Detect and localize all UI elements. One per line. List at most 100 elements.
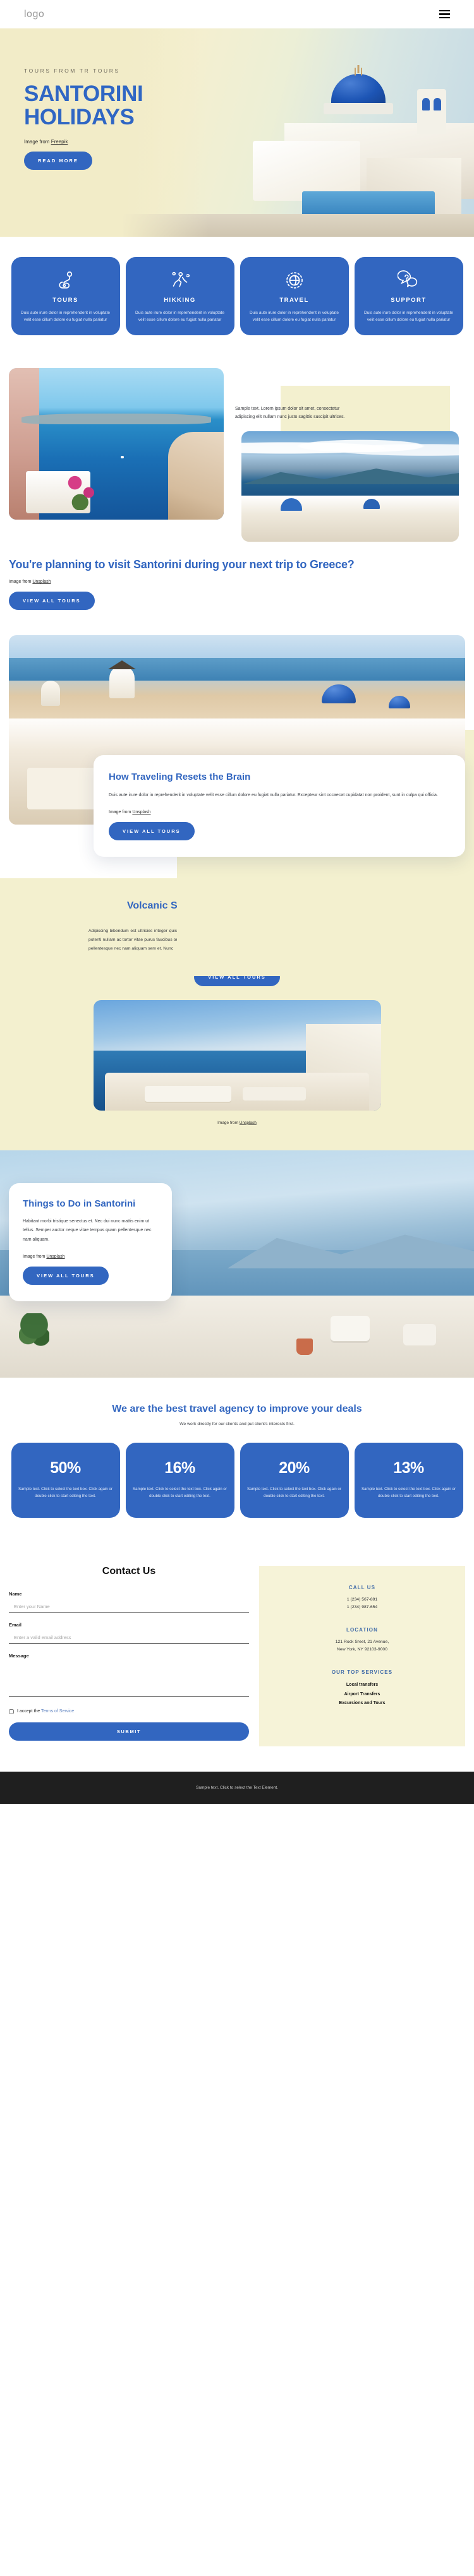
feature-text: Duis aute irure dolor in reprehenderit i… xyxy=(135,311,224,323)
stat-value: 16% xyxy=(164,1459,195,1477)
feature-title: SUPPORT xyxy=(391,297,427,304)
call-us-title: CALL US xyxy=(348,1584,376,1590)
volcanic-credit-link[interactable]: Unsplash xyxy=(240,1121,257,1125)
hero-title-line-1: SANTORINI xyxy=(24,81,143,106)
stat-card: 20% Sample text. Click to select the tex… xyxy=(240,1443,349,1518)
stat-card: 13% Sample text. Click to select the tex… xyxy=(354,1443,463,1518)
stat-text: Sample text. Click to select the text bo… xyxy=(362,1487,456,1499)
field-email: Email xyxy=(9,1622,249,1644)
things-heading: Things to Do in Santorini xyxy=(23,1198,136,1209)
brain-body: Duis aute irure dolor in reprehenderit i… xyxy=(109,792,438,797)
stat-value: 20% xyxy=(279,1459,310,1477)
footer-text: Sample text. Click to select the Text El… xyxy=(196,1785,278,1790)
service-item[interactable]: Local transfers xyxy=(269,1681,455,1690)
planning-credit-prefix: Image from xyxy=(9,580,33,585)
address-line-2: New York, NY 92103-9000 xyxy=(337,1647,387,1652)
planning-image-credit: Image from Unsplash xyxy=(9,580,465,584)
brain-view-all-tours-button[interactable]: VIEW ALL TOURS xyxy=(109,822,195,841)
hero-credit-link[interactable]: Freepik xyxy=(51,139,68,145)
volcanic-image-credit: Image from Unsplash xyxy=(9,1121,465,1125)
planning-note: Sample text. Lorem ipsum dolor sit amet,… xyxy=(235,406,345,420)
address-line-1: 121 Rock Sreet, 21 Avenue, xyxy=(335,1639,389,1644)
hero-eyebrow: TOURS FROM TR TOURS xyxy=(24,68,120,74)
planning-view-all-tours-button[interactable]: VIEW ALL TOURS xyxy=(9,592,95,611)
page-root: logo TOURS FROM TR TOURS SANTORINI HOLID… xyxy=(0,0,474,1804)
stats-row: 50% Sample text. Click to select the tex… xyxy=(9,1443,465,1518)
services-block: OUR TOP SERVICES Local transfers Airport… xyxy=(269,1669,455,1708)
terms-prefix: I accept the xyxy=(17,1709,42,1714)
hero-credit-prefix: Image from xyxy=(24,139,51,145)
field-message: Message xyxy=(9,1653,249,1700)
stat-text: Sample text. Click to select the text bo… xyxy=(247,1487,341,1499)
feature-card-hikking[interactable]: HIKKING Duis aute irure dolor in reprehe… xyxy=(125,257,234,335)
brain-image-credit: Image from Unsplash xyxy=(109,810,450,814)
name-input[interactable] xyxy=(9,1601,249,1613)
globe-icon xyxy=(246,268,343,293)
stat-text: Sample text. Click to select the text bo… xyxy=(133,1487,227,1499)
email-input[interactable] xyxy=(9,1631,249,1644)
hamburger-menu-icon[interactable] xyxy=(439,9,450,19)
terms-checkbox[interactable] xyxy=(9,1708,14,1714)
feature-text: Duis aute irure dolor in reprehenderit i… xyxy=(21,311,110,323)
footer: Sample text. Click to select the Text El… xyxy=(0,1771,474,1804)
stat-value: 13% xyxy=(393,1459,424,1477)
service-item[interactable]: Excursions and Tours xyxy=(269,1699,455,1708)
things-credit-link[interactable]: Unsplash xyxy=(46,1255,64,1259)
stats-subheading: We work directly for our clients and put… xyxy=(179,1422,295,1427)
stats-heading: We are the best travel agency to improve… xyxy=(112,1403,362,1414)
submit-button[interactable]: SUBMIT xyxy=(9,1722,249,1741)
stat-card: 16% Sample text. Click to select the tex… xyxy=(125,1443,234,1518)
service-item[interactable]: Airport Transfers xyxy=(269,1690,455,1700)
things-view-all-tours-button[interactable]: VIEW ALL TOURS xyxy=(23,1267,109,1285)
palm-plant-decor xyxy=(19,1313,49,1355)
contact-section: Contact Us Name Email Message I accept t… xyxy=(0,1544,474,1772)
feature-text: Duis aute irure dolor in reprehenderit i… xyxy=(364,311,453,323)
hero-section: TOURS FROM TR TOURS SANTORINI HOLIDAYS I… xyxy=(0,28,474,237)
brain-heading: How Traveling Resets the Brain xyxy=(109,772,251,783)
contact-info-panel: CALL US 1 (234) 567-891 1 (234) 987-654 … xyxy=(259,1565,465,1746)
caldera-photo xyxy=(9,367,224,520)
brain-card: How Traveling Resets the Brain Duis aute… xyxy=(94,755,465,857)
village-photo xyxy=(241,431,459,542)
feature-cards-section: TOURS Duis aute irure dolor in reprehend… xyxy=(0,237,474,357)
contact-title: Contact Us xyxy=(102,1565,156,1577)
message-textarea[interactable] xyxy=(9,1661,249,1697)
services-title: OUR TOP SERVICES xyxy=(331,1669,393,1675)
things-credit-prefix: Image from xyxy=(23,1255,47,1260)
feature-card-tours[interactable]: TOURS Duis aute irure dolor in reprehend… xyxy=(11,257,120,335)
location-title: LOCATION xyxy=(346,1626,378,1633)
stat-value: 50% xyxy=(50,1459,81,1477)
terms-row: I accept the Terms of Service xyxy=(9,1708,249,1714)
message-label: Message xyxy=(9,1652,29,1659)
hero-title-line-2: HOLIDAYS xyxy=(24,105,135,130)
things-body: Habitant morbi tristique senectus et. Ne… xyxy=(23,1219,152,1242)
feature-title: HIKKING xyxy=(164,297,196,304)
caldera-terrace-photo xyxy=(93,999,381,1111)
navbar: logo xyxy=(0,0,474,28)
field-name: Name xyxy=(9,1591,249,1613)
feature-card-support[interactable]: SUPPORT Duis aute irure dolor in reprehe… xyxy=(354,257,463,335)
volcanic-credit-prefix: Image from xyxy=(217,1120,240,1125)
call-us-block: CALL US 1 (234) 567-891 1 (234) 987-654 xyxy=(269,1585,455,1612)
contact-form: Contact Us Name Email Message I accept t… xyxy=(9,1566,249,1746)
question-chat-icon xyxy=(360,268,458,293)
feature-title: TOURS xyxy=(52,297,78,304)
planning-credit-link[interactable]: Unsplash xyxy=(32,580,51,584)
feature-card-travel[interactable]: TRAVEL Duis aute irure dolor in reprehen… xyxy=(240,257,349,335)
brain-credit-prefix: Image from xyxy=(109,810,133,815)
things-image-credit: Image from Unsplash xyxy=(23,1255,158,1259)
brain-credit-link[interactable]: Unsplash xyxy=(132,810,150,814)
things-to-do-section: Things to Do in Santorini Habitant morbi… xyxy=(0,1150,474,1378)
route-pin-icon xyxy=(17,268,114,293)
feature-text: Duis aute irure dolor in reprehenderit i… xyxy=(250,311,339,323)
stat-card: 50% Sample text. Click to select the tex… xyxy=(11,1443,120,1518)
phone-1[interactable]: 1 (234) 567-891 xyxy=(269,1596,455,1604)
hero-image-credit: Image from Freepik xyxy=(24,139,474,145)
site-logo[interactable]: logo xyxy=(24,9,44,20)
feature-title: TRAVEL xyxy=(279,297,309,304)
hiker-icon xyxy=(131,268,229,293)
phone-2[interactable]: 1 (234) 987-654 xyxy=(269,1604,455,1612)
read-more-button[interactable]: READ MORE xyxy=(24,152,92,170)
terms-of-service-link[interactable]: Terms of Service xyxy=(41,1709,74,1714)
location-block: LOCATION 121 Rock Sreet, 21 Avenue, New … xyxy=(269,1627,455,1654)
